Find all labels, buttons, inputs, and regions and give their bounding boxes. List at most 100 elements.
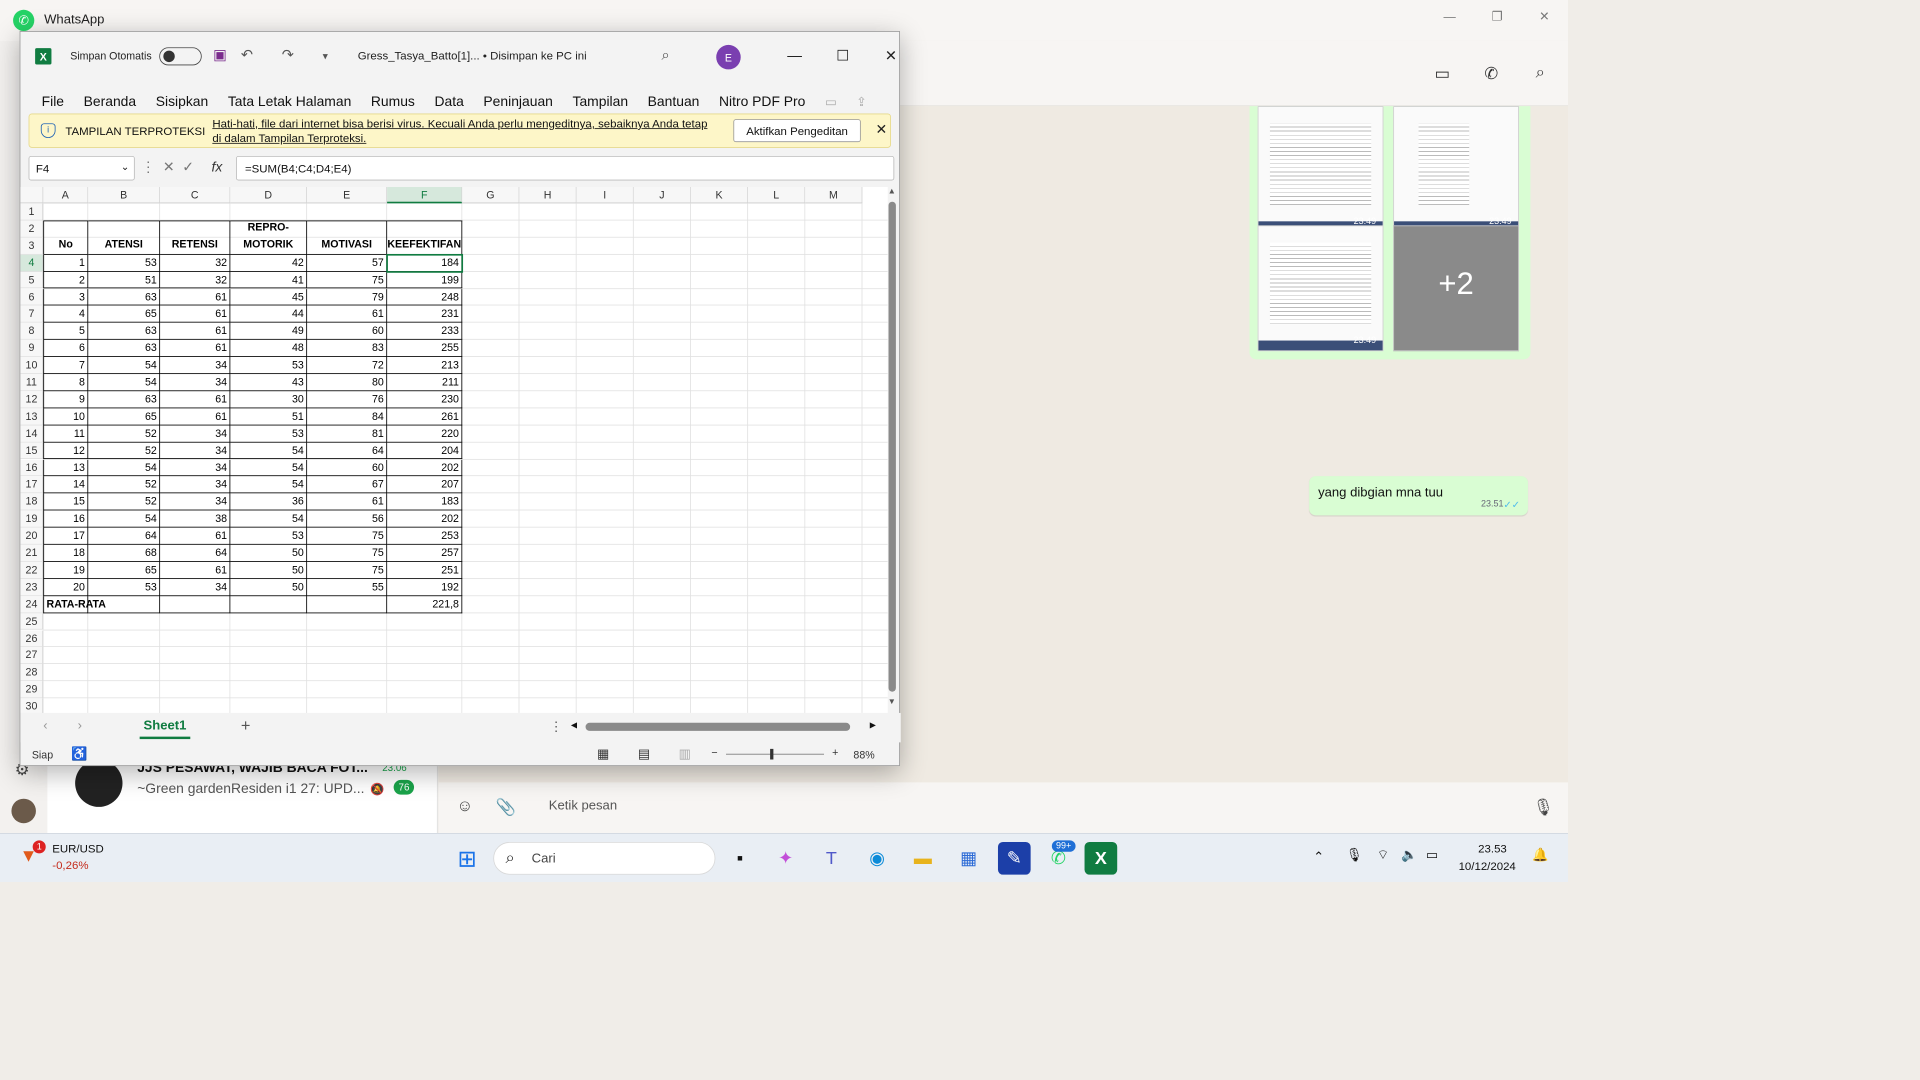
microphone-icon[interactable]: 🎙 <box>1346 847 1363 863</box>
row-header[interactable]: 28 <box>20 664 44 682</box>
cell[interactable]: 211 <box>387 374 463 392</box>
image-thumbnail[interactable]: 23.49 <box>1257 106 1384 232</box>
account-avatar[interactable]: E <box>716 44 741 70</box>
cell[interactable]: 248 <box>387 288 463 306</box>
cell[interactable]: 72 <box>307 356 388 375</box>
cell[interactable]: 65 <box>88 561 161 579</box>
row-header[interactable]: 26 <box>20 630 44 648</box>
cell[interactable]: 63 <box>88 391 161 409</box>
message-input[interactable]: Ketik pesan <box>549 799 617 814</box>
maximize-icon[interactable]: ❐ <box>1473 0 1520 33</box>
row-header[interactable]: 2 <box>20 220 44 238</box>
formula-input[interactable]: =SUM(B4;C4;D4;E4) <box>236 155 895 181</box>
cell[interactable]: 51 <box>88 271 161 289</box>
cell[interactable]: 61 <box>160 527 231 545</box>
cell[interactable]: 61 <box>160 391 231 409</box>
cell[interactable]: 53 <box>88 578 161 596</box>
cell[interactable]: 1 <box>43 254 89 272</box>
cell[interactable]: 53 <box>230 425 308 443</box>
cell[interactable]: 257 <box>387 544 463 562</box>
select-all-corner[interactable] <box>20 187 44 204</box>
tab-home[interactable]: Beranda <box>74 94 146 110</box>
insert-function-icon[interactable]: fx <box>212 159 223 175</box>
cell[interactable]: 84 <box>307 408 388 426</box>
save-icon[interactable]: ▣ <box>213 47 227 64</box>
cell[interactable]: 43 <box>230 374 308 392</box>
cell[interactable]: 36 <box>230 493 308 511</box>
row-header[interactable]: 18 <box>20 493 44 511</box>
cell[interactable]: 255 <box>387 339 463 357</box>
clock-date[interactable]: 10/12/2024 <box>1459 859 1516 872</box>
row-header[interactable]: 4 <box>20 254 44 272</box>
cell[interactable]: 61 <box>160 305 231 323</box>
cell[interactable]: 202 <box>387 459 463 477</box>
tab-insert[interactable]: Sisipkan <box>146 94 218 110</box>
cell[interactable]: 3 <box>43 288 89 306</box>
row-header[interactable]: 5 <box>20 271 44 289</box>
cell[interactable]: 49 <box>230 322 308 340</box>
row-header[interactable]: 12 <box>20 391 44 409</box>
row-header[interactable]: 13 <box>20 408 44 426</box>
cell[interactable]: 63 <box>88 322 161 340</box>
cell[interactable]: 55 <box>307 578 388 596</box>
cell[interactable]: 253 <box>387 527 463 545</box>
cell[interactable]: 61 <box>307 493 388 511</box>
tab-formulas[interactable]: Rumus <box>361 94 425 110</box>
cell[interactable]: 80 <box>307 374 388 392</box>
cell[interactable]: 251 <box>387 561 463 579</box>
tab-review[interactable]: Peninjauan <box>474 94 563 110</box>
tab-view[interactable]: Tampilan <box>563 94 638 110</box>
cell[interactable]: 75 <box>307 527 388 545</box>
cell[interactable]: 17 <box>43 527 89 545</box>
comments-icon[interactable]: ▭ <box>815 95 846 110</box>
cell[interactable]: 220 <box>387 425 463 443</box>
sheet-tab[interactable]: Sheet1 <box>139 715 191 740</box>
cell[interactable]: 68 <box>88 544 161 562</box>
cell[interactable]: 64 <box>307 442 388 460</box>
cell[interactable]: 53 <box>88 254 161 272</box>
customize-toolbar-icon[interactable]: ▾ <box>323 50 328 63</box>
cell[interactable]: 61 <box>160 408 231 426</box>
cell[interactable]: KEEFEKTIFAN <box>387 220 463 255</box>
cell[interactable]: 230 <box>387 391 463 409</box>
cell[interactable]: 2 <box>43 271 89 289</box>
add-sheet-icon[interactable]: + <box>241 717 251 736</box>
zoom-in-icon[interactable]: + <box>832 746 838 758</box>
minimize-icon[interactable]: — <box>1426 0 1473 33</box>
cell[interactable]: 5 <box>43 322 89 340</box>
cell[interactable]: 61 <box>160 288 231 306</box>
column-header[interactable]: G <box>462 187 520 204</box>
cell[interactable]: 54 <box>230 442 308 460</box>
cell[interactable]: 11 <box>43 425 89 443</box>
cell[interactable]: 45 <box>230 288 308 306</box>
column-header[interactable]: A <box>43 187 89 204</box>
close-icon[interactable]: ✕ <box>875 122 887 138</box>
cell[interactable]: 20 <box>43 578 89 596</box>
cell[interactable]: 64 <box>160 544 231 562</box>
cell[interactable]: 57 <box>307 254 388 272</box>
cell[interactable]: 61 <box>307 305 388 323</box>
battery-icon[interactable]: ▭ <box>1426 847 1438 863</box>
edge-icon[interactable]: ◉ <box>861 842 894 875</box>
cell[interactable]: 38 <box>160 510 231 528</box>
row-header[interactable]: 8 <box>20 322 44 340</box>
app-icon[interactable]: ✎ <box>997 841 1031 875</box>
scroll-thumb[interactable] <box>888 201 896 692</box>
cell[interactable]: 53 <box>230 527 308 545</box>
scroll-right-icon[interactable]: ▶ <box>870 721 876 730</box>
cell[interactable]: 60 <box>307 322 388 340</box>
file-explorer-icon[interactable]: ▬ <box>907 842 940 875</box>
excel-taskbar-icon[interactable]: X <box>1084 841 1118 875</box>
cell[interactable] <box>88 595 161 613</box>
cell[interactable]: 34 <box>160 442 231 460</box>
cell[interactable]: 6 <box>43 339 89 357</box>
cell[interactable]: 231 <box>387 305 463 323</box>
row-header[interactable]: 19 <box>20 510 44 528</box>
cell[interactable]: 83 <box>307 339 388 357</box>
row-header[interactable]: 25 <box>20 612 44 631</box>
cell[interactable]: MOTIVASI <box>307 220 388 255</box>
cell[interactable] <box>160 595 231 613</box>
cell[interactable]: 34 <box>160 425 231 443</box>
row-header[interactable]: 15 <box>20 442 44 460</box>
search-icon[interactable]: ⌕ <box>1530 64 1551 85</box>
